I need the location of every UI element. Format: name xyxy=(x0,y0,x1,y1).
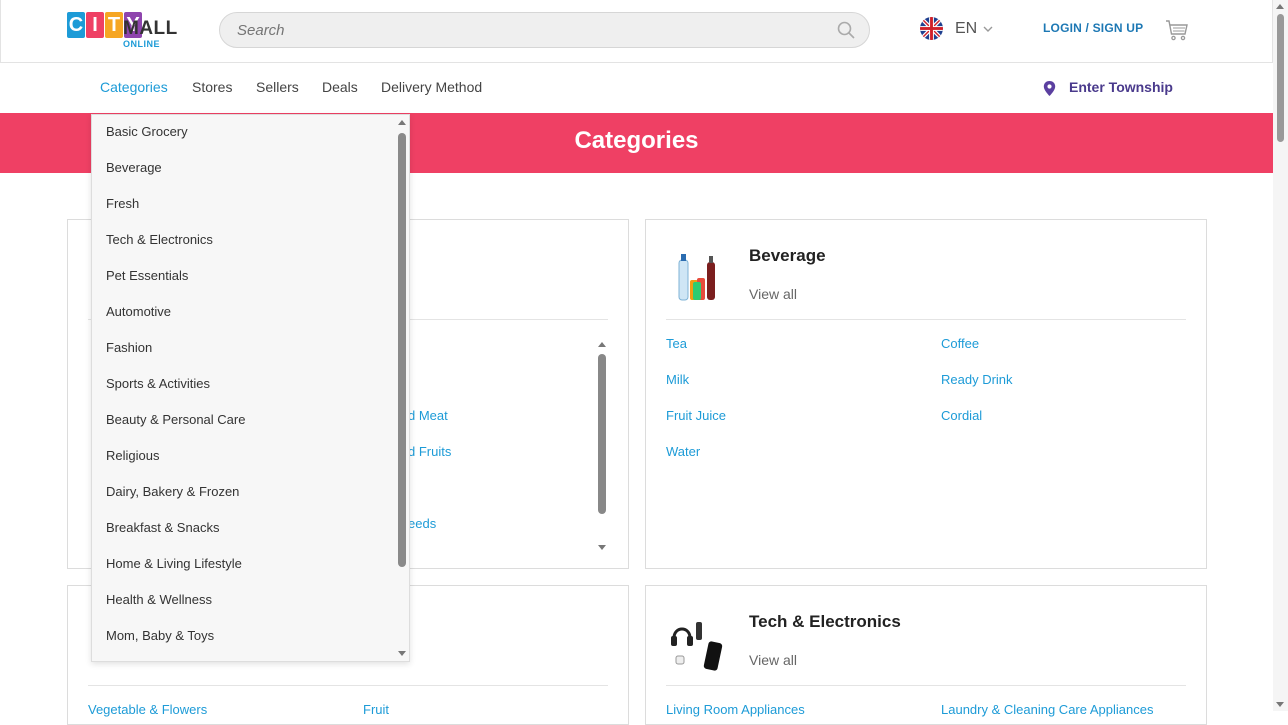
dropdown-scrollbar[interactable] xyxy=(395,115,409,661)
dropdown-item-sports-activities[interactable]: Sports & Activities xyxy=(106,376,210,391)
view-all-link[interactable]: View all xyxy=(749,286,797,302)
scroll-up-arrow[interactable] xyxy=(1276,4,1284,9)
scroll-up-arrow[interactable] xyxy=(598,342,606,347)
beverage-bottles-icon xyxy=(678,254,715,301)
cart-icon[interactable] xyxy=(1165,18,1189,42)
subcategory-link[interactable]: d Fruits xyxy=(408,444,451,459)
page-scrollbar[interactable] xyxy=(1273,0,1288,711)
dropdown-item-fresh[interactable]: Fresh xyxy=(106,196,139,211)
login-signup-link[interactable]: LOGIN / SIGN UP xyxy=(1043,21,1143,35)
scroll-down-arrow[interactable] xyxy=(598,545,606,550)
category-card-beverage: Beverage View all Tea Coffee Milk Ready … xyxy=(645,219,1207,569)
dropdown-item-basic-grocery[interactable]: Basic Grocery xyxy=(106,124,188,139)
nav-delivery-method[interactable]: Delivery Method xyxy=(381,79,482,95)
dropdown-item-pet-essentials[interactable]: Pet Essentials xyxy=(106,268,188,283)
dropdown-item-religious[interactable]: Religious xyxy=(106,448,159,463)
card-divider xyxy=(666,319,1186,320)
scroll-up-arrow[interactable] xyxy=(398,120,406,125)
logo-letter: I xyxy=(86,12,104,38)
top-header: C I T Y MALL ONLINE EN LOGIN / SIGN UP xyxy=(0,0,1273,63)
dropdown-item-beverage[interactable]: Beverage xyxy=(106,160,162,175)
uk-flag-icon[interactable] xyxy=(920,17,943,40)
subcategory-link[interactable]: eeds xyxy=(408,516,436,531)
subcategory-milk[interactable]: Milk xyxy=(666,372,689,387)
scrollbar-thumb[interactable] xyxy=(598,354,606,514)
subcategory-cordial[interactable]: Cordial xyxy=(941,408,982,423)
search-bar xyxy=(219,12,870,48)
nav-categories[interactable]: Categories xyxy=(100,79,168,95)
dropdown-item-home-living[interactable]: Home & Living Lifestyle xyxy=(106,556,242,571)
subcategory-tea[interactable]: Tea xyxy=(666,336,687,351)
dropdown-item-breakfast-snacks[interactable]: Breakfast & Snacks xyxy=(106,520,219,535)
scrollbar-thumb[interactable] xyxy=(398,133,406,567)
logo-letter: T xyxy=(105,12,123,38)
subcategory-laundry-cleaning[interactable]: Laundry & Cleaning Care Appliances xyxy=(941,702,1153,717)
scrollbar-thumb[interactable] xyxy=(1277,14,1284,142)
nav-stores[interactable]: Stores xyxy=(192,79,232,95)
location-pin-icon[interactable] xyxy=(1043,81,1056,96)
subcategory-coffee[interactable]: Coffee xyxy=(941,336,979,351)
subcategory-water[interactable]: Water xyxy=(666,444,700,459)
nav-sellers[interactable]: Sellers xyxy=(256,79,299,95)
view-all-link[interactable]: View all xyxy=(749,652,797,668)
card-title: Beverage xyxy=(749,246,826,265)
logo-word: MALL xyxy=(123,18,178,39)
dropdown-item-tech-electronics[interactable]: Tech & Electronics xyxy=(106,232,213,247)
nav-deals[interactable]: Deals xyxy=(322,79,358,95)
subcategory-fruit-juice[interactable]: Fruit Juice xyxy=(666,408,726,423)
scroll-down-arrow[interactable] xyxy=(1276,702,1284,707)
subcategory-link[interactable]: d Meat xyxy=(408,408,448,423)
scroll-down-arrow[interactable] xyxy=(398,651,406,656)
dropdown-item-beauty-personal-care[interactable]: Beauty & Personal Care xyxy=(106,412,245,427)
subcategory-ready-drink[interactable]: Ready Drink xyxy=(941,372,1013,387)
dropdown-item-health-wellness[interactable]: Health & Wellness xyxy=(106,592,212,607)
card-divider xyxy=(88,685,608,686)
logo-sub: ONLINE xyxy=(123,39,161,49)
dropdown-item-mom-baby-toys[interactable]: Mom, Baby & Toys xyxy=(106,628,214,643)
logo-letter: C xyxy=(67,12,85,38)
chevron-down-icon[interactable] xyxy=(983,24,993,34)
enter-township-button[interactable]: Enter Township xyxy=(1069,79,1173,95)
category-card-tech-electronics: Tech & Electronics View all Living Room … xyxy=(645,585,1207,725)
electronics-icon xyxy=(671,622,723,671)
card-divider xyxy=(666,685,1186,686)
card-title: Tech & Electronics xyxy=(749,612,901,631)
categories-dropdown: Basic Grocery Beverage Fresh Tech & Elec… xyxy=(91,114,410,662)
city-mall-logo[interactable]: C I T Y MALL ONLINE xyxy=(67,12,177,50)
subcategory-fruit[interactable]: Fruit xyxy=(363,702,389,717)
dropdown-item-automotive[interactable]: Automotive xyxy=(106,304,171,319)
subcategory-living-room-appliances[interactable]: Living Room Appliances xyxy=(666,702,805,717)
dropdown-item-dairy-bakery-frozen[interactable]: Dairy, Bakery & Frozen xyxy=(106,484,239,499)
card-scrollbar[interactable] xyxy=(597,340,607,552)
search-input[interactable] xyxy=(220,13,800,47)
language-selector[interactable]: EN xyxy=(955,20,977,38)
dropdown-item-fashion[interactable]: Fashion xyxy=(106,340,152,355)
subcategory-vegetable-flowers[interactable]: Vegetable & Flowers xyxy=(88,702,207,717)
search-icon[interactable] xyxy=(837,21,855,39)
